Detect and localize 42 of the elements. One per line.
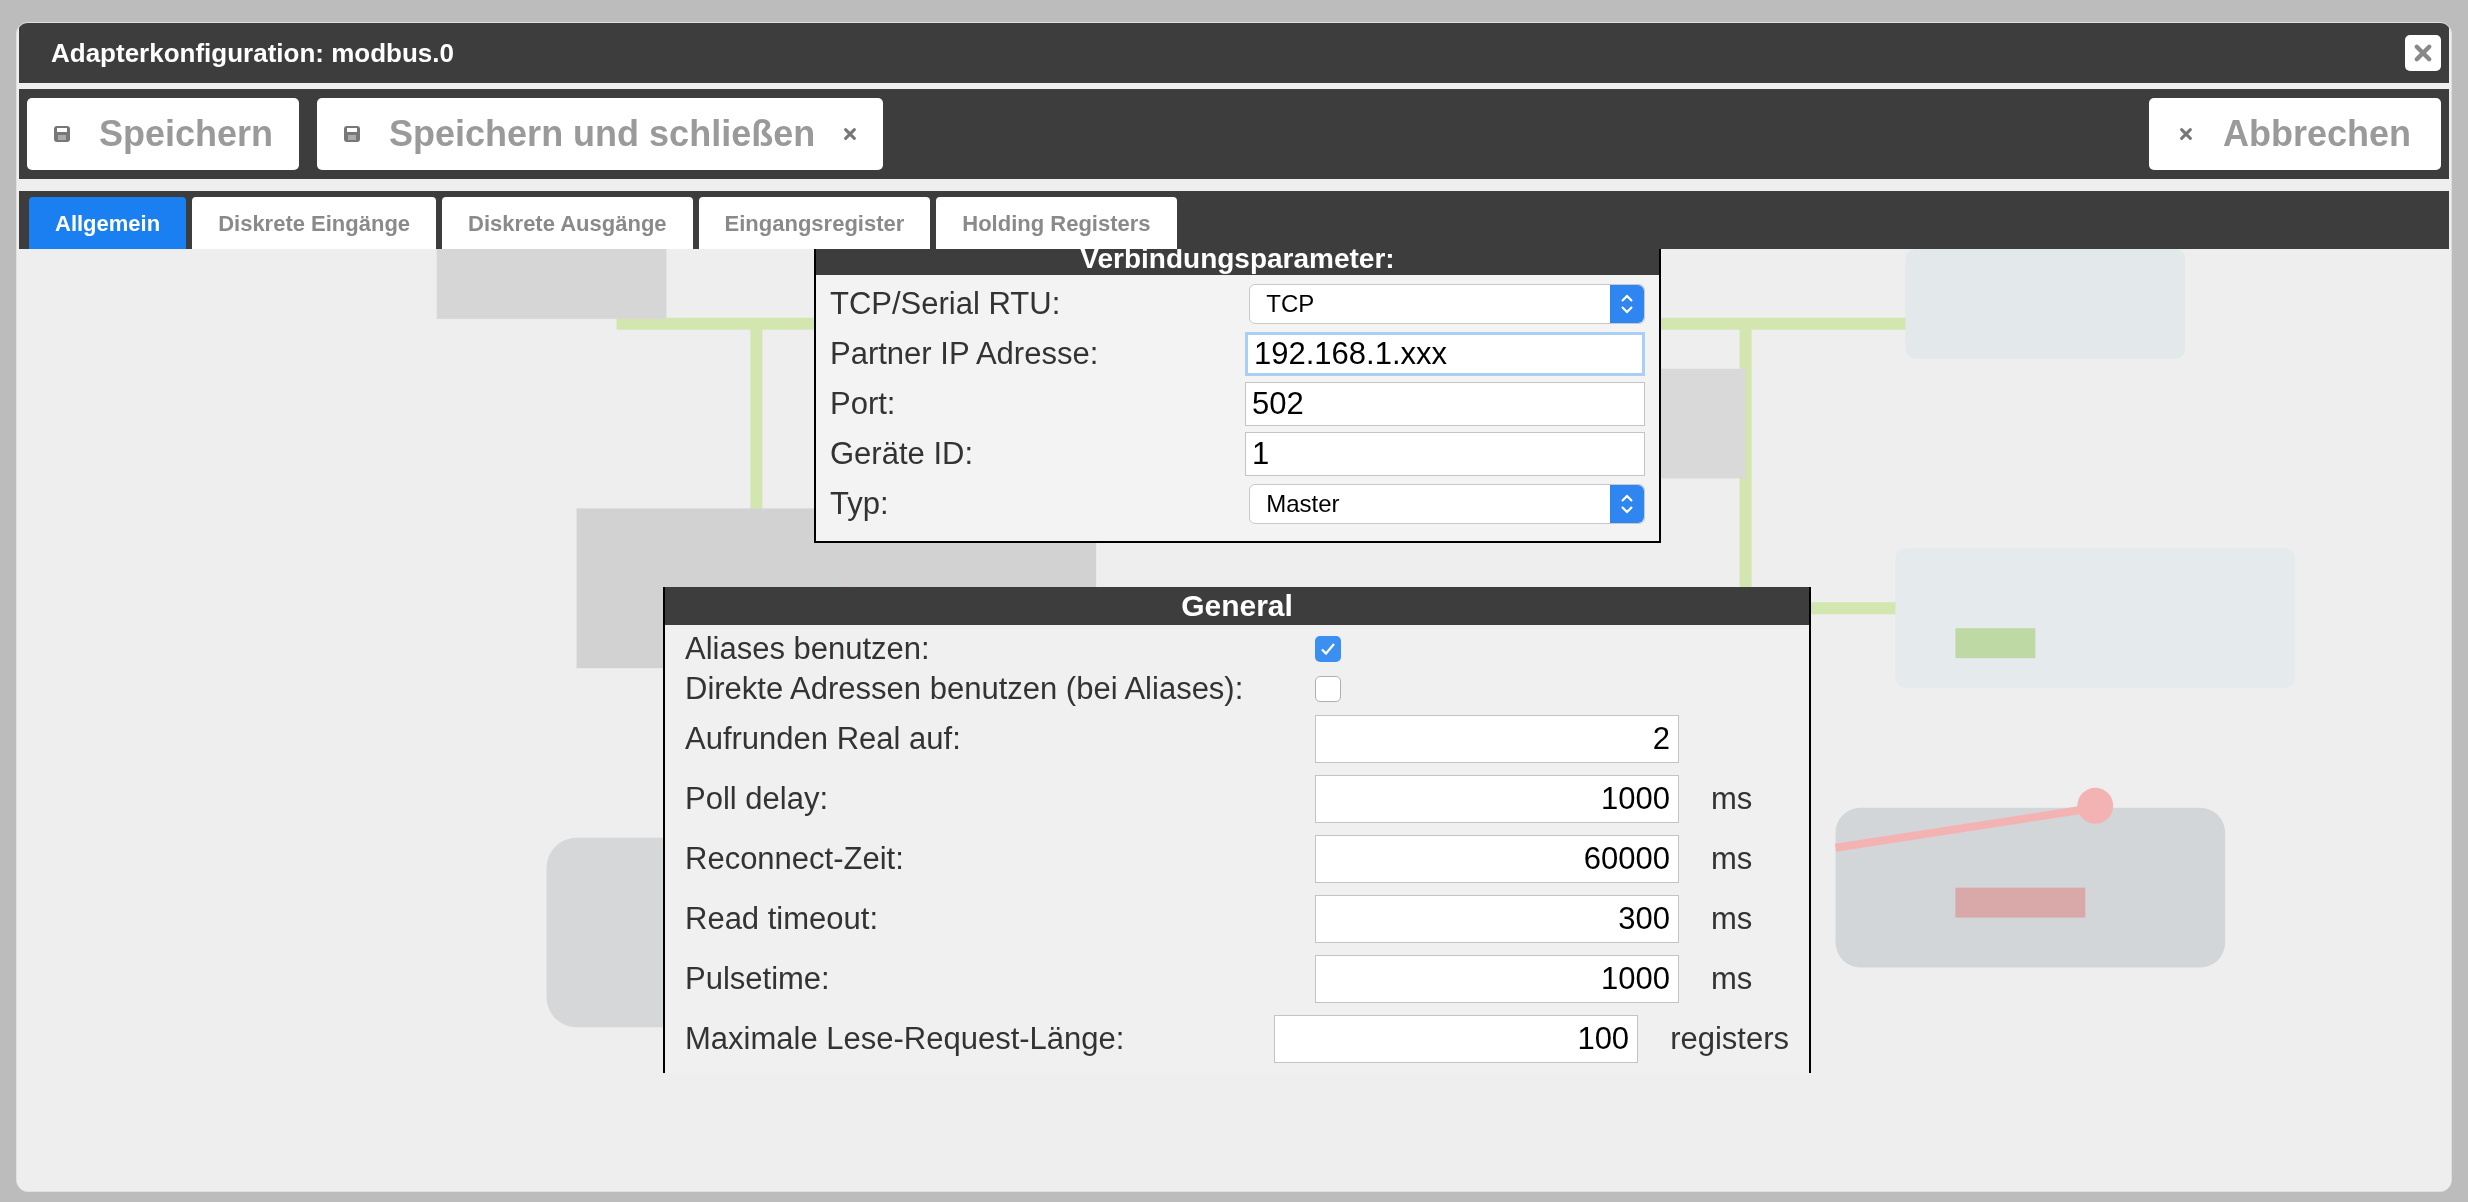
- field-label: Typ:: [830, 484, 890, 523]
- number-field[interactable]: 100: [1274, 1015, 1639, 1063]
- save-icon: [343, 125, 362, 143]
- field-label: Aliases benutzen:: [685, 629, 931, 668]
- window-title: Adapterkonfiguration: modbus.0: [51, 36, 454, 70]
- panel-title: General: [665, 587, 1809, 625]
- field-label: Partner IP Adresse:: [830, 334, 1100, 373]
- field-label: TCP/Serial RTU:: [830, 284, 1062, 323]
- input-field[interactable]: 502: [1245, 382, 1645, 426]
- number-field[interactable]: 1000: [1315, 775, 1679, 823]
- number-field[interactable]: 300: [1315, 895, 1679, 943]
- input-field[interactable]: 1: [1245, 432, 1645, 476]
- stepper-icon: [1610, 285, 1644, 323]
- input-field[interactable]: 192.168.1.xxx: [1245, 332, 1645, 376]
- stepper-icon: [1610, 485, 1644, 523]
- close-button[interactable]: [2405, 35, 2441, 71]
- field-label: Pulsetime:: [685, 959, 831, 998]
- close-icon: [2178, 127, 2193, 141]
- field-label: Read timeout:: [685, 899, 879, 938]
- field-label: Poll delay:: [685, 779, 830, 818]
- unit-label: registers: [1670, 1019, 1789, 1058]
- number-field[interactable]: 60000: [1315, 835, 1679, 883]
- unit-label: ms: [1711, 839, 1753, 878]
- field-label: Maximale Lese-Request-Länge:: [685, 1019, 1126, 1058]
- tab[interactable]: Allgemein: [29, 197, 187, 249]
- checkbox[interactable]: [1315, 676, 1341, 702]
- field-label: Aufrunden Real auf:: [685, 719, 962, 758]
- unit-label: ms: [1711, 779, 1753, 818]
- close-icon: [843, 127, 858, 141]
- close-icon: [2413, 43, 2433, 63]
- number-field[interactable]: 1000: [1315, 955, 1679, 1003]
- save-icon: [53, 125, 71, 143]
- select-field[interactable]: Master: [1249, 484, 1645, 524]
- checkbox[interactable]: [1315, 636, 1341, 662]
- field-label: Direkte Adressen benutzen (bei Aliases):: [685, 669, 1245, 708]
- unit-label: ms: [1711, 899, 1753, 938]
- field-label: Port:: [830, 384, 897, 423]
- number-field[interactable]: 2: [1315, 715, 1679, 763]
- select-field[interactable]: TCP: [1249, 284, 1645, 324]
- field-label: Geräte ID:: [830, 434, 974, 473]
- unit-label: ms: [1711, 959, 1753, 998]
- field-label: Reconnect-Zeit:: [685, 839, 905, 878]
